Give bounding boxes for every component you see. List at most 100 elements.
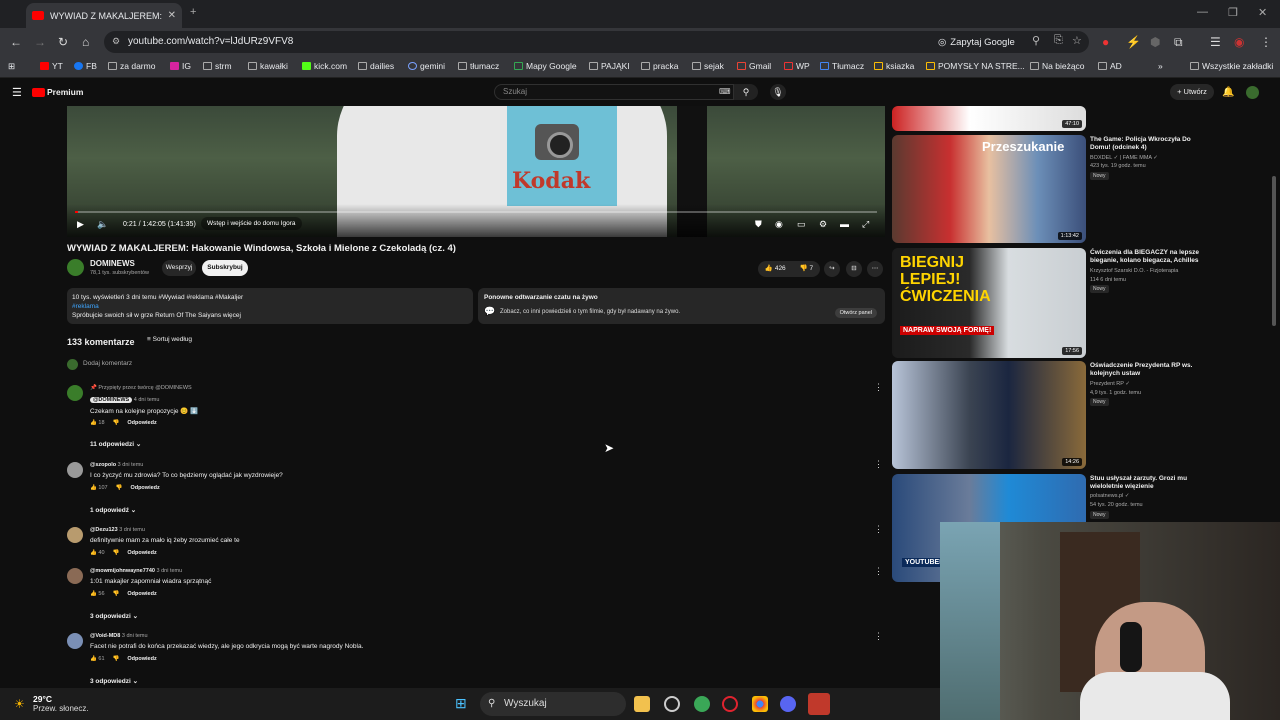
share-icon[interactable]: ↪ [824, 261, 840, 277]
maximize-icon[interactable]: ❐ [1228, 6, 1238, 19]
bookmark-pomysly[interactable]: POMYSŁY NA STRE... [926, 61, 1025, 71]
autoplay-icon[interactable]: ◉ [775, 219, 783, 230]
subscribe-button[interactable]: Subskrybuj [202, 260, 248, 276]
description-hashtag[interactable]: #reklama [72, 303, 99, 310]
record-extension-icon[interactable]: ● [1102, 35, 1109, 49]
bookmark-fb[interactable]: FB [74, 61, 97, 71]
volume-icon[interactable]: 🔈 [97, 219, 108, 230]
reload-icon[interactable]: ↻ [58, 35, 68, 49]
settings-gear-icon[interactable]: ⚙ [819, 219, 827, 230]
reply-button[interactable]: Odpowiedz [127, 656, 156, 662]
reply-button[interactable]: Odpowiedz [127, 420, 156, 426]
youtube-logo-icon[interactable] [32, 88, 45, 97]
show-replies-button[interactable]: 3 odpowiedzi ⌄ [90, 612, 138, 620]
add-comment-input[interactable]: Dodaj komentarz [83, 360, 132, 367]
comment-author[interactable]: @DOMINEWS 4 dni temu [90, 397, 159, 403]
comment-avatar[interactable] [67, 527, 83, 543]
comment-author[interactable]: @mowmijohnwayne7740 3 dni temu [90, 568, 182, 574]
recommendation-title[interactable]: Ćwiczenia dla BIEGACZY na lepsze biegani… [1090, 249, 1210, 265]
recommendation-thumbnail[interactable]: Przeszukanie 1:13:42 [892, 135, 1086, 243]
recommendation-channel[interactable]: Krzysztof Szarski D.O. - Fizjoterapia [1090, 268, 1178, 274]
extension-icon[interactable]: ⚡ [1126, 35, 1141, 49]
bookmark-ig[interactable]: IG [170, 61, 191, 71]
dislike-button[interactable]: 👎 7 [800, 261, 814, 277]
sort-button[interactable]: ≡ Sortuj według [147, 336, 192, 343]
bookmark-kick[interactable]: kick.com [302, 61, 347, 71]
description-box[interactable]: 10 tys. wyświetleń 3 dni temu #Wywiad #r… [67, 288, 473, 324]
video-player[interactable]: Kodak ▶ 🔈 0:21 / 1:42:05 (1:41:35) Wstęp… [67, 106, 885, 237]
forward-icon[interactable]: → [34, 35, 46, 49]
comment-avatar[interactable] [67, 462, 83, 478]
app-icon[interactable] [694, 696, 710, 712]
comment-menu-icon[interactable]: ⋮ [874, 382, 883, 393]
comment-like-button[interactable]: 👍 40 [90, 550, 105, 556]
extension2-icon[interactable]: ⬢ [1150, 35, 1160, 49]
bookmark-mapy-google[interactable]: Mapy Google [514, 61, 577, 71]
comment-dislike-icon[interactable]: 👎 [113, 656, 120, 662]
reply-button[interactable]: Odpowiedz [130, 485, 159, 491]
comment-dislike-icon[interactable]: 👎 [113, 550, 120, 556]
reply-button[interactable]: Odpowiedz [127, 591, 156, 597]
search-input[interactable]: Szukaj ⌨ [494, 84, 734, 100]
fullscreen-icon[interactable]: ⤢ [862, 219, 869, 230]
open-panel-button[interactable]: Otwórz panel [834, 308, 877, 318]
comment-menu-icon[interactable]: ⋮ [874, 566, 883, 577]
account-avatar[interactable] [1246, 86, 1259, 99]
chrome-icon[interactable] [752, 696, 768, 712]
comment-avatar[interactable] [67, 633, 83, 649]
play-icon[interactable]: ▶ [77, 219, 84, 230]
close-window-icon[interactable]: ✕ [1258, 6, 1267, 19]
notifications-bell-icon[interactable]: 🔔 [1222, 87, 1234, 98]
create-button[interactable]: + Utwórz [1170, 84, 1214, 100]
video-progress-bar[interactable] [75, 211, 877, 213]
bookmark-ad[interactable]: AD [1098, 61, 1122, 71]
install-icon[interactable]: ⎘ [1054, 34, 1063, 47]
comment-author[interactable]: @szopolo 3 dni temu [90, 462, 143, 468]
bookmark-pajaki[interactable]: PAJĄKI [589, 61, 630, 71]
bookmark-tlumacz[interactable]: tłumacz [458, 61, 499, 71]
comment-like-button[interactable]: 👍 61 [90, 656, 105, 662]
tab-search-icon[interactable]: ☰ [1210, 35, 1221, 49]
file-explorer-icon[interactable] [634, 696, 650, 712]
comment-avatar[interactable] [67, 568, 83, 584]
comment-like-button[interactable]: 👍 56 [90, 591, 105, 597]
recommendation-title[interactable]: Oświadczenie Prezydenta RP ws. kolejnych… [1090, 362, 1210, 378]
theater-mode-icon[interactable]: ▬ [840, 219, 849, 229]
recommendation-channel[interactable]: polsatnews.pl ✓ [1090, 493, 1129, 499]
bookmark-dailies[interactable]: dailies [358, 61, 394, 71]
show-replies-button[interactable]: 3 odpowiedzi ⌄ [90, 677, 138, 685]
settings-app-icon[interactable] [664, 696, 680, 712]
hamburger-menu-icon[interactable]: ☰ [12, 86, 22, 99]
url-bar[interactable]: ⚙ youtube.com/watch?v=lJdURz9VFV8 ◎ Zapyt… [104, 31, 1089, 53]
comment-like-button[interactable]: 👍 107 [90, 485, 108, 491]
channel-name[interactable]: DOMINEWS [90, 259, 135, 268]
channel-avatar[interactable] [67, 259, 84, 276]
site-info-icon[interactable]: ⚙ [112, 36, 120, 47]
recommendation-channel[interactable]: BOXDEL ✓ | FAME MMA ✓ [1090, 155, 1158, 161]
all-bookmarks[interactable]: Wszystkie zakładki [1190, 61, 1273, 71]
zoom-icon[interactable]: ⚲ [1032, 34, 1040, 47]
bookmark-strm[interactable]: strm [203, 61, 232, 71]
ad-blocker-icon[interactable]: ⛊ [755, 219, 762, 230]
support-button[interactable]: Wesprzyj [162, 260, 196, 276]
discord-icon[interactable] [780, 696, 796, 712]
comment-avatar[interactable] [67, 385, 83, 401]
extensions-puzzle-icon[interactable]: ⧉ [1174, 35, 1183, 50]
comment-dislike-icon[interactable]: 👎 [113, 591, 120, 597]
reply-button[interactable]: Odpowiedz [127, 550, 156, 556]
bookmark-na-biezaco[interactable]: Na bieżąco [1030, 61, 1085, 71]
ask-google-button[interactable]: ◎ Zapytaj Google [938, 35, 1015, 49]
recommendation-channel[interactable]: Prezydent RP ✓ [1090, 381, 1130, 387]
subtitles-icon[interactable]: ▭ [797, 219, 806, 230]
comment-menu-icon[interactable]: ⋮ [874, 524, 883, 535]
bookmark-gmail[interactable]: Gmail [737, 61, 771, 71]
show-replies-button[interactable]: 1 odpowiedź ⌄ [90, 506, 136, 514]
recommendation-thumbnail[interactable]: 14:26 [892, 361, 1086, 469]
close-tab-icon[interactable]: ✕ [168, 10, 176, 21]
comment-dislike-icon[interactable]: 👎 [116, 485, 123, 491]
comment-author[interactable]: @Dezu123 3 dni temu [90, 527, 145, 533]
bookmark-pracka[interactable]: pracka [641, 61, 679, 71]
app-active-icon[interactable] [808, 693, 830, 715]
bookmark-wp[interactable]: WP [784, 61, 810, 71]
opera-icon[interactable] [722, 696, 738, 712]
